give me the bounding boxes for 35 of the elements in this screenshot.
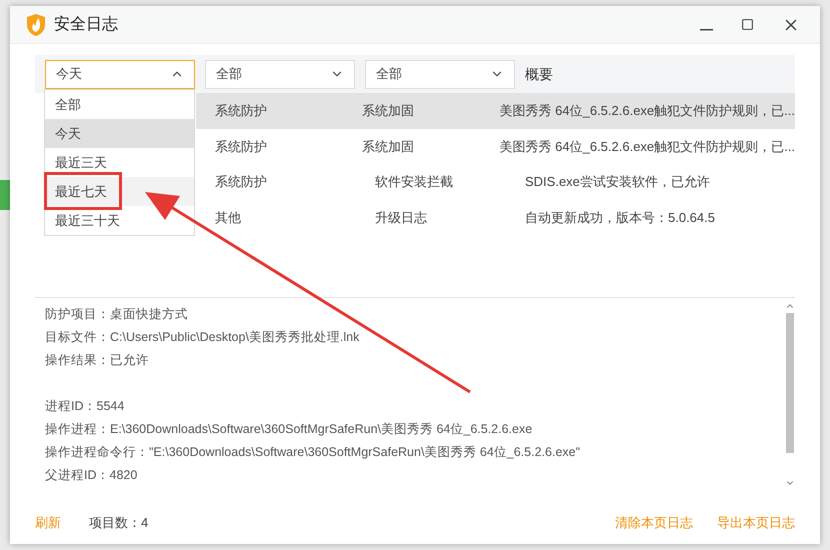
table-cell-text: 系统加固 [362, 138, 415, 156]
detail-line: 进程ID：5544 [45, 398, 126, 415]
table-cell-text: SDIS.exe尝试安装软件，已允许 [525, 173, 710, 191]
table-cell-text: 系统防护 [215, 173, 268, 191]
dropdown-option[interactable]: 今天 [45, 119, 194, 148]
window-title: 安全日志 [54, 14, 118, 34]
table-cell-text: 美图秀秀 64位_6.5.2.6.exe触犯文件防护规则，已... [500, 138, 795, 156]
summary-heading: 概要 [525, 64, 553, 84]
minimize-icon [700, 28, 713, 30]
table-cell-text: 自动更新成功，版本号：5.0.64.5 [525, 208, 715, 226]
detail-line: 目标文件：C:\Users\Public\Desktop\美图秀秀批处理.lnk [45, 329, 360, 346]
log-row[interactable]: 系统防护 系统加固 美图秀秀 64位_6.5.2.6.exe触犯文件防护规则，已... [196, 128, 795, 164]
detail-line: 操作进程：E:\360Downloads\Software\360SoftMgrSafeRun\美图秀秀 64位_6.5.2.6.exe [45, 421, 534, 438]
log-row[interactable]: 系统防护 软件安装拦截 SDIS.exe尝试安装软件，已允许 [196, 164, 795, 200]
maximize-icon [741, 18, 754, 31]
detail-line: 防护项目：桌面快捷方式 [45, 306, 189, 323]
filter-dropdown[interactable]: 今天 [45, 60, 195, 88]
filter-dropdown[interactable]: 全部 [365, 60, 515, 88]
filter-dropdown[interactable]: 全部 [205, 60, 355, 88]
table-cell-text: 美图秀秀 64位_6.5.2.6.exe触犯文件防护规则，已... [500, 102, 795, 120]
table-cell-text: 软件安装拦截 [375, 173, 454, 191]
log-row[interactable]: 其他 升级日志 自动更新成功，版本号：5.0.64.5 [196, 200, 795, 235]
detail-line: 操作进程命令行："E:\360Downloads\Software\360SoftMgrSafeRun\美图秀秀 64位_6.5.2.6.exe" [45, 444, 582, 461]
background-app-strip [0, 180, 10, 210]
table-cell-text: 系统防护 [215, 102, 268, 120]
table-cell-text: 其他 [215, 208, 242, 226]
table-cell-text: 升级日志 [375, 208, 428, 226]
detail-line: 操作结果：已允许 [45, 352, 150, 369]
log-row[interactable]: 系统防护 系统加固 美图秀秀 64位_6.5.2.6.exe触犯文件防护规则，已... [196, 93, 795, 128]
table-cell-text: 系统防护 [215, 138, 268, 156]
item-count: 项目数：4 [89, 514, 148, 532]
table-cell-text: 系统加固 [362, 102, 415, 120]
detail-line: 父进程ID：4820 [45, 467, 138, 484]
shield-flame-icon [26, 12, 46, 36]
scrollbar-thumb[interactable] [786, 313, 794, 453]
